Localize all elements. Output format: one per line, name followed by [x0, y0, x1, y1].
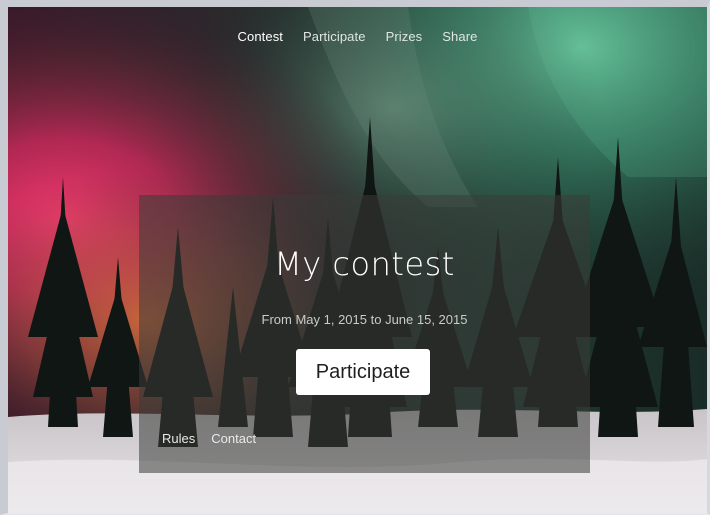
hero-section: Contest Participate Prizes Share My cont…	[8, 7, 707, 513]
top-navigation: Contest Participate Prizes Share	[8, 29, 707, 44]
nav-item-prizes[interactable]: Prizes	[386, 29, 423, 44]
contest-dates: From May 1, 2015 to June 15, 2015	[261, 312, 468, 327]
rules-link[interactable]: Rules	[162, 431, 195, 446]
contest-card: My contest From May 1, 2015 to June 15, …	[139, 195, 590, 473]
card-footer-links: Rules Contact	[162, 431, 256, 446]
nav-item-participate[interactable]: Participate	[303, 29, 366, 44]
contest-title: My contest	[274, 245, 455, 283]
participate-button[interactable]: Participate	[296, 349, 430, 395]
nav-item-contest[interactable]: Contest	[238, 29, 284, 44]
contact-link[interactable]: Contact	[211, 431, 256, 446]
nav-item-share[interactable]: Share	[442, 29, 477, 44]
